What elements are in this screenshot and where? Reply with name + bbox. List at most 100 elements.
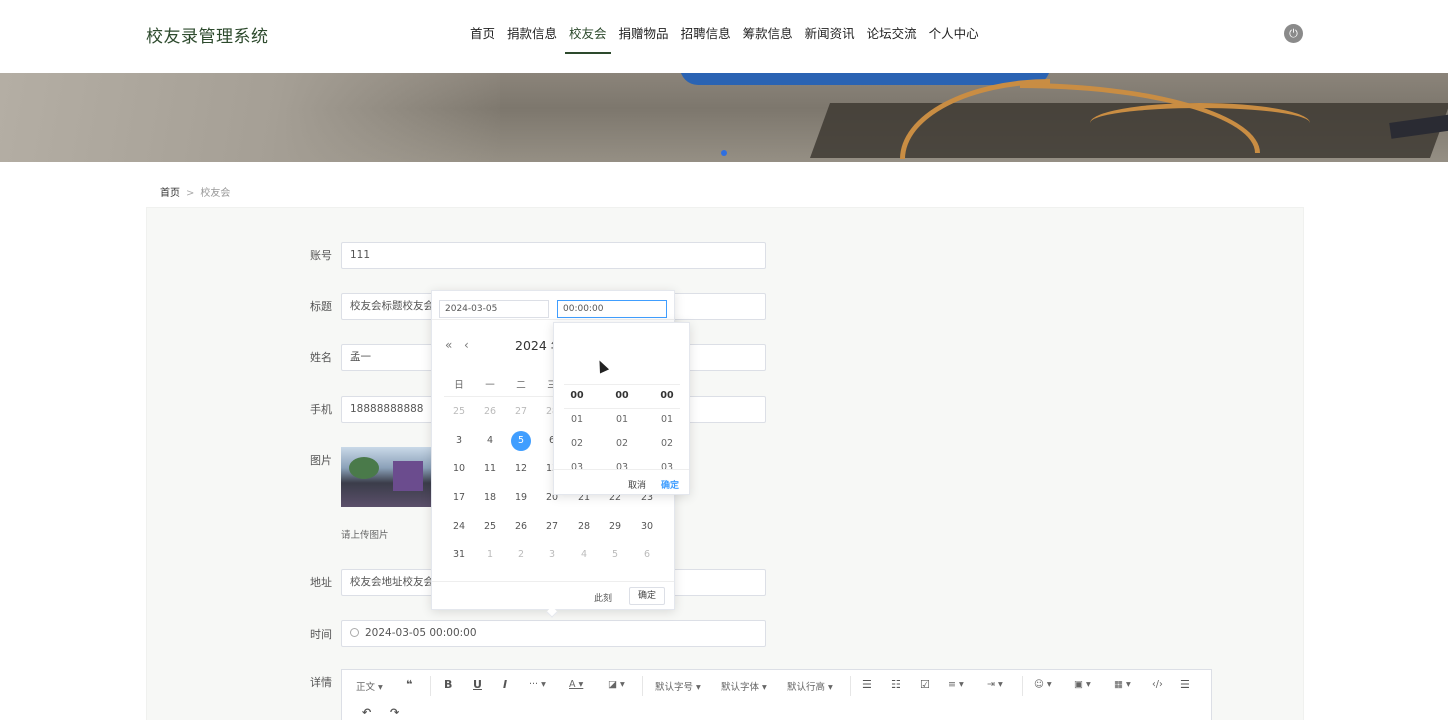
hour-option[interactable]: 01 bbox=[562, 414, 592, 425]
rich-text-editor[interactable]: 正文 ▾ ❝ B U I ··· ▾ A ▾ ◪ ▾ 默认字号 ▾ 默认字体 ▾… bbox=[341, 669, 1212, 720]
time-panel-footer: 取消 确定 bbox=[554, 469, 689, 494]
prev-month-icon[interactable]: ‹ bbox=[464, 338, 469, 352]
calendar-day[interactable]: 18 bbox=[480, 488, 500, 508]
paragraph-style-dropdown[interactable]: 正文 ▾ bbox=[356, 679, 383, 693]
nav-item-5[interactable]: 筹款信息 bbox=[737, 0, 799, 73]
calendar-day[interactable]: 26 bbox=[511, 517, 531, 537]
font-color-dropdown[interactable]: A ▾ bbox=[569, 679, 583, 690]
minute-option[interactable]: 01 bbox=[607, 414, 637, 425]
calendar-day[interactable]: 3 bbox=[449, 431, 469, 451]
calendar-day[interactable]: 26 bbox=[480, 402, 500, 422]
power-icon[interactable]: ⏻ bbox=[1284, 24, 1303, 43]
bulleted-list-icon[interactable]: ☰ bbox=[862, 678, 872, 691]
calendar-day-selected[interactable]: 5 bbox=[511, 431, 531, 451]
calendar-day[interactable]: 11 bbox=[480, 459, 500, 479]
second-option[interactable]: 01 bbox=[652, 414, 682, 425]
minute-option[interactable]: 00 bbox=[607, 390, 637, 401]
calendar-day[interactable]: 12 bbox=[511, 459, 531, 479]
time-cancel-button[interactable]: 取消 bbox=[628, 478, 646, 491]
nav-item-2[interactable]: 校友会 bbox=[563, 0, 613, 73]
hour-option[interactable]: 00 bbox=[562, 390, 592, 401]
underline-icon[interactable]: U bbox=[473, 678, 482, 691]
image-upload-hint: 请上传图片 bbox=[341, 530, 389, 541]
clock-icon bbox=[350, 628, 359, 637]
time-confirm-button[interactable]: 确定 bbox=[661, 478, 679, 491]
more-style-dropdown[interactable]: ··· ▾ bbox=[529, 679, 546, 690]
nav-item-7[interactable]: 论坛交流 bbox=[861, 0, 923, 73]
calendar-day[interactable]: 24 bbox=[449, 517, 469, 537]
calendar-day[interactable]: 5 bbox=[605, 545, 625, 565]
time-spinner-panel: 00 01 02 03 00 01 02 03 00 01 02 03 取消 确定 bbox=[553, 322, 690, 495]
calendar-day[interactable]: 1 bbox=[480, 545, 500, 565]
calendar-day[interactable]: 19 bbox=[511, 488, 531, 508]
carousel-indicator[interactable] bbox=[721, 150, 727, 156]
prev-year-icon[interactable]: « bbox=[445, 338, 452, 352]
insert-image-dropdown[interactable]: ▣ ▾ bbox=[1074, 679, 1091, 690]
calendar-day[interactable]: 10 bbox=[449, 459, 469, 479]
time-input-value: 2024-03-05 00:00:00 bbox=[365, 627, 477, 639]
calendar-day[interactable]: 27 bbox=[511, 402, 531, 422]
nav-item-0[interactable]: 首页 bbox=[464, 0, 501, 73]
calendar-day[interactable]: 4 bbox=[480, 431, 500, 451]
breadcrumb-separator: > bbox=[186, 188, 195, 199]
calendar-day[interactable]: 6 bbox=[637, 545, 657, 565]
insert-table-dropdown[interactable]: ▦ ▾ bbox=[1114, 679, 1131, 690]
picker-time-input[interactable]: 00:00:00 bbox=[557, 300, 667, 318]
nav-item-3[interactable]: 捐赠物品 bbox=[613, 0, 675, 73]
second-option[interactable]: 00 bbox=[652, 390, 682, 401]
nav-item-8[interactable]: 个人中心 bbox=[923, 0, 985, 73]
name-label: 姓名 bbox=[310, 351, 332, 364]
calendar-day[interactable]: 25 bbox=[449, 402, 469, 422]
calendar-day[interactable]: 17 bbox=[449, 488, 469, 508]
account-label: 账号 bbox=[310, 249, 332, 262]
top-header: 校友录管理系统 首页 捐款信息 校友会 捐赠物品 招聘信息 筹款信息 新闻资讯 论坛交流 个人中… bbox=[0, 0, 1448, 73]
calendar-day[interactable]: 28 bbox=[574, 517, 594, 537]
breadcrumb-home[interactable]: 首页 bbox=[160, 188, 180, 199]
address-label: 地址 bbox=[310, 576, 332, 589]
detail-label: 详情 bbox=[310, 676, 332, 689]
undo-icon[interactable]: ↶ bbox=[362, 706, 371, 719]
nav-item-4[interactable]: 招聘信息 bbox=[675, 0, 737, 73]
calendar-day[interactable]: 4 bbox=[574, 545, 594, 565]
emoji-dropdown[interactable]: ☺ ▾ bbox=[1034, 679, 1052, 690]
bold-icon[interactable]: B bbox=[444, 678, 452, 691]
line-height-dropdown[interactable]: 默认行高 ▾ bbox=[787, 679, 833, 693]
calendar-day[interactable]: 29 bbox=[605, 517, 625, 537]
font-family-dropdown[interactable]: 默认字体 ▾ bbox=[721, 679, 767, 693]
calendar-day[interactable]: 2 bbox=[511, 545, 531, 565]
minute-option[interactable]: 02 bbox=[607, 438, 637, 449]
quote-icon[interactable]: ❝ bbox=[406, 678, 412, 691]
indent-dropdown[interactable]: ⇥ ▾ bbox=[987, 679, 1003, 690]
italic-icon[interactable]: I bbox=[503, 678, 507, 691]
numbered-list-icon[interactable]: ☷ bbox=[891, 678, 901, 691]
calendar-day[interactable]: 27 bbox=[542, 517, 562, 537]
title-label: 标题 bbox=[310, 300, 332, 313]
font-size-dropdown[interactable]: 默认字号 ▾ bbox=[655, 679, 701, 693]
background-color-dropdown[interactable]: ◪ ▾ bbox=[608, 679, 625, 690]
picker-confirm-button[interactable]: 确定 bbox=[629, 587, 665, 605]
site-logo[interactable]: 校友录管理系统 bbox=[146, 22, 269, 47]
weekday-header: 日 bbox=[454, 380, 464, 391]
align-dropdown[interactable]: ≡ ▾ bbox=[948, 679, 964, 690]
picker-now-button[interactable]: 此刻 bbox=[594, 591, 612, 604]
main-nav: 首页 捐款信息 校友会 捐赠物品 招聘信息 筹款信息 新闻资讯 论坛交流 个人中心 bbox=[464, 0, 985, 73]
breadcrumb: 首页 > 校友会 bbox=[160, 184, 230, 199]
todo-list-icon[interactable]: ☑ bbox=[920, 678, 930, 691]
redo-icon[interactable]: ↷ bbox=[390, 706, 399, 719]
time-label: 时间 bbox=[310, 628, 332, 641]
nav-item-6[interactable]: 新闻资讯 bbox=[799, 0, 861, 73]
nav-item-1[interactable]: 捐款信息 bbox=[501, 0, 563, 73]
calendar-day[interactable]: 31 bbox=[449, 545, 469, 565]
calendar-day[interactable]: 30 bbox=[637, 517, 657, 537]
hour-option[interactable]: 02 bbox=[562, 438, 592, 449]
calendar-day[interactable]: 25 bbox=[480, 517, 500, 537]
account-input[interactable]: 111 bbox=[341, 242, 766, 269]
divider-icon[interactable]: ☰ bbox=[1180, 678, 1190, 691]
calendar-day[interactable]: 3 bbox=[542, 545, 562, 565]
time-input[interactable]: 2024-03-05 00:00:00 bbox=[341, 620, 766, 647]
picker-date-input[interactable]: 2024-03-05 bbox=[439, 300, 549, 318]
code-icon[interactable]: ‹/› bbox=[1152, 679, 1163, 690]
phone-label: 手机 bbox=[310, 403, 332, 416]
second-option[interactable]: 02 bbox=[652, 438, 682, 449]
uploaded-image-thumbnail[interactable] bbox=[341, 447, 433, 507]
